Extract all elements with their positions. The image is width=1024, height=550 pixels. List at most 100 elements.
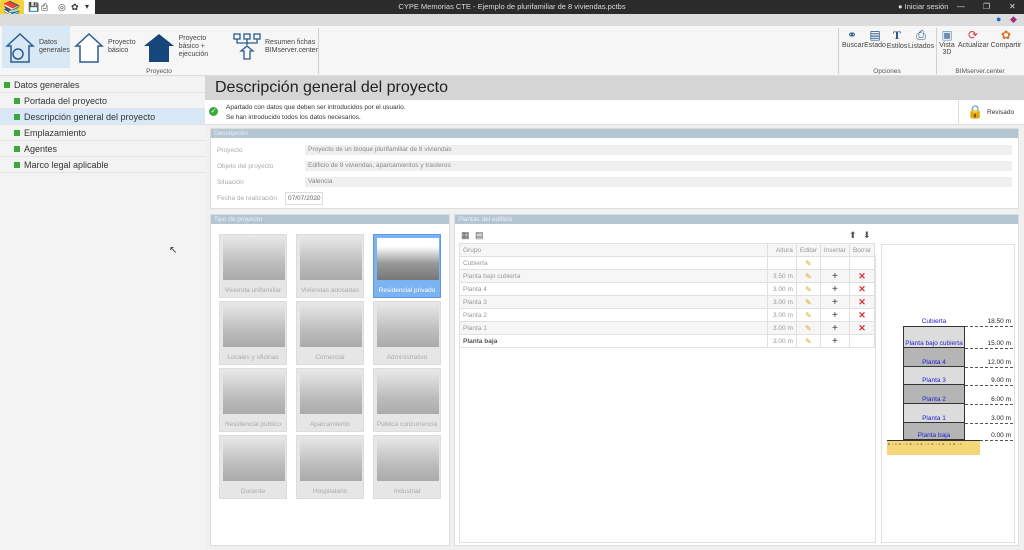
project-type-tile[interactable]: Pública concurrencia (373, 368, 441, 432)
insert-plus-icon[interactable]: + (819, 295, 850, 309)
sidebar-item-label: Descripción general del proyecto (24, 111, 156, 122)
project-type-image (300, 372, 362, 414)
move-down-icon[interactable]: ⬇ (863, 230, 871, 241)
sidebar-item-emplazamiento[interactable]: Emplazamiento (0, 125, 205, 141)
delete-x-icon[interactable]: ✕ (848, 308, 876, 322)
listados-button[interactable]: ⎙ Listados (908, 28, 934, 50)
tile-label: Residencial público (224, 421, 281, 428)
field-label: Proyecto (217, 147, 243, 154)
column-header: Borrar (848, 243, 876, 257)
project-type-tile[interactable]: Docente (219, 435, 287, 499)
floor-height[interactable]: 3.00 m (767, 334, 797, 348)
floor-height[interactable]: 3.00 m (767, 308, 797, 322)
table-row[interactable]: Cubierta ✎ (458, 256, 876, 270)
edit-pencil-icon[interactable]: ✎ (795, 295, 821, 309)
insert-plus-icon[interactable]: + (819, 321, 850, 335)
elevation-line: 12.00 m (965, 359, 1013, 368)
edit-pencil-icon[interactable]: ✎ (795, 334, 821, 348)
estado-button[interactable]: ▤ Estado (864, 28, 886, 49)
group-label-opciones: Opciones (873, 68, 901, 75)
project-type-tile[interactable]: Viviendas adosadas (296, 234, 364, 298)
delete-x-icon[interactable]: ✕ (848, 269, 876, 283)
edit-pencil-icon[interactable]: ✎ (795, 282, 821, 296)
project-type-tile[interactable]: Vivienda unifamiliar (219, 234, 287, 298)
buscar-button[interactable]: ⚭ Buscar (842, 28, 864, 49)
project-type-image (300, 238, 362, 280)
compartir-button[interactable]: ✿ Compartir (990, 28, 1022, 49)
proyecto-basico-button[interactable]: Proyecto básico (74, 26, 142, 68)
floor-height[interactable]: 3.00 m (767, 295, 797, 309)
binoculars-icon: ⚭ (846, 28, 858, 42)
table-row[interactable]: Planta bajo cubierta 3.50 m ✎ + ✕ (458, 269, 876, 283)
elevation-label: 12.00 m (987, 359, 1012, 366)
delete-x-icon[interactable]: ✕ (848, 321, 876, 335)
add-table-icon[interactable]: ▦ (461, 230, 470, 241)
table-row[interactable]: Planta baja 3.00 m ✎ + (458, 334, 876, 348)
project-type-tile[interactable]: Hospitalario (296, 435, 364, 499)
sidebar-item-portada[interactable]: Portada del proyecto (0, 93, 205, 109)
sidebar-item-datos-generales[interactable]: Datos generales (0, 77, 205, 93)
table-row[interactable]: Planta 4 3.00 m ✎ + ✕ (458, 282, 876, 296)
proyecto-field[interactable]: Proyecto de un bloque plurifamiliar de 8… (305, 145, 1012, 155)
table-row[interactable]: Planta 3 3.00 m ✎ + ✕ (458, 295, 876, 309)
resumen-fichas-button[interactable]: Resumen fichas BIMserver.center (232, 26, 318, 68)
move-up-icon[interactable]: ⬆ (849, 230, 857, 241)
table-row[interactable]: Planta 2 3.00 m ✎ + ✕ (458, 308, 876, 322)
elevation-line: 15.00 m (965, 340, 1013, 349)
edit-pencil-icon[interactable]: ✎ (795, 269, 821, 283)
edit-pencil-icon[interactable]: ✎ (795, 256, 821, 270)
project-type-tile[interactable]: Administrativo (373, 301, 441, 365)
vista-3d-button[interactable]: ▣ Vista 3D (938, 28, 956, 56)
proyecto-basico-ejecucion-button[interactable]: Proyecto básico + ejecución (143, 26, 228, 68)
project-type-tile[interactable]: Aparcamiento (296, 368, 364, 432)
situacion-field[interactable]: Valencia (305, 177, 1012, 187)
date-picker[interactable]: 07/07/2020 ⌄ (285, 192, 323, 205)
table-row[interactable]: Planta 1 3.00 m ✎ + ✕ (458, 321, 876, 335)
close-button[interactable]: ✕ (1009, 2, 1016, 11)
datos-generales-button[interactable]: Datos generales (2, 26, 70, 68)
edit-pencil-icon[interactable]: ✎ (795, 308, 821, 322)
insert-plus-icon[interactable]: + (819, 308, 850, 322)
project-type-tile[interactable]: Residencial público (219, 368, 287, 432)
delete-x-icon[interactable]: ✕ (848, 282, 876, 296)
login-button[interactable]: ● Iniciar sesión (898, 2, 948, 11)
edit-pencil-icon[interactable]: ✎ (795, 321, 821, 335)
remove-table-icon[interactable]: ▤ (475, 230, 484, 241)
lock-icon: 🔒 (967, 104, 984, 119)
delete-x-icon[interactable]: ✕ (848, 295, 876, 309)
minimize-button[interactable]: — (957, 2, 965, 11)
floor-height[interactable]: 3.50 m (767, 269, 797, 283)
mouse-cursor-icon: ↖ (169, 245, 178, 256)
floor-height[interactable]: 3.00 m (767, 321, 797, 335)
sidebar-item-marco-legal[interactable]: Marco legal aplicable (0, 157, 205, 173)
print-icon[interactable]: ⎙ (41, 2, 48, 13)
sidebar-item-label: Agentes (24, 143, 58, 154)
maximize-button[interactable]: ❐ (983, 2, 990, 11)
save-icon[interactable]: 💾 (28, 2, 39, 13)
floor-name: Planta 1 (458, 321, 769, 335)
project-type-tile[interactable]: Comercial (296, 301, 364, 365)
floor-height[interactable] (767, 256, 797, 270)
bim-icon[interactable]: ◎ (58, 2, 66, 13)
project-type-tile[interactable]: Industrial (373, 435, 441, 499)
bim-share-icon[interactable]: ✿ (71, 2, 79, 13)
status-square-icon (14, 129, 20, 136)
sidebar-item-agentes[interactable]: Agentes (0, 141, 205, 157)
insert-plus-icon[interactable]: + (819, 269, 850, 283)
tile-label: Hospitalario (312, 488, 348, 495)
diagram-floor-label: Planta 2 (922, 396, 946, 403)
insert-plus-icon[interactable]: + (819, 334, 850, 348)
insert-plus-icon[interactable]: + (819, 282, 850, 296)
actualizar-button[interactable]: ⟳ Actualizar (958, 28, 989, 49)
book-icon[interactable]: ◆ (1010, 14, 1017, 25)
ribbon-tabs-strip: ● ◆ (0, 14, 1024, 26)
floor-height[interactable]: 3.00 m (767, 282, 797, 296)
customize-icon[interactable]: ▾ (85, 2, 89, 11)
estilos-button[interactable]: T Estilos (886, 28, 908, 50)
project-type-tile[interactable]: Residencial privado (373, 234, 441, 298)
objeto-field[interactable]: Edificio de 8 viviendas, aparcamientos y… (305, 161, 1012, 171)
revisado-toggle[interactable]: 🔒 Revisado (965, 103, 1024, 123)
sidebar-item-descripcion[interactable]: Descripción general del proyecto (0, 109, 205, 125)
project-type-tile[interactable]: Locales y oficinas (219, 301, 287, 365)
globe-icon[interactable]: ● (996, 14, 1001, 24)
